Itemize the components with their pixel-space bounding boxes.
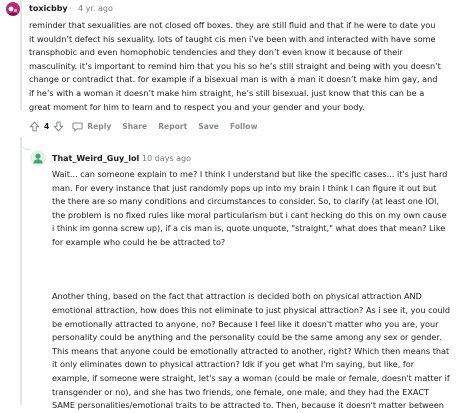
username[interactable]: toxicbby <box>29 4 68 13</box>
share-button[interactable]: Share <box>122 122 147 131</box>
follow-button[interactable]: Follow <box>230 122 258 131</box>
comment-line: SAME personalities/emotional traits to b… <box>52 400 444 411</box>
comment-line: be emotionally attracted to anyone, no? … <box>52 318 439 329</box>
comment-line: man. For every instance that just random… <box>52 182 437 193</box>
comment-body: reminder that sexualities are not closed… <box>29 19 441 114</box>
save-button[interactable]: Save <box>198 122 219 131</box>
comment-line: personality could be anything and the pe… <box>52 332 442 343</box>
comment-line: This means that anyone could be emotiona… <box>52 345 450 356</box>
meta-separator: · <box>69 4 72 13</box>
timestamp[interactable]: 4 yr. ago <box>78 4 113 13</box>
comment-line: emotional attraction, how does this not … <box>52 304 451 315</box>
comment-line <box>52 250 450 264</box>
upvote-arrow-icon[interactable] <box>29 121 40 132</box>
reply-label: Reply <box>87 122 112 131</box>
comment-line: Wait... can someone explain to me? I thi… <box>52 169 448 179</box>
comment-body: Wait... can someone explain to me? I thi… <box>52 168 450 413</box>
comment-line: example, if someone were straight, let's… <box>52 372 450 383</box>
comment-line: masculinity. it’s important to remind hi… <box>29 60 441 71</box>
comment-line: Another thing, based on the fact that at… <box>52 291 422 302</box>
comment-line: for example who could he be attracted to… <box>52 236 226 247</box>
comment-line: reminder that sexualities are not closed… <box>29 20 436 30</box>
vote-score: 4 <box>44 122 50 131</box>
report-button[interactable]: Report <box>158 122 187 131</box>
user-avatar-icon <box>30 150 46 166</box>
comment-line: great moment for him to learn and to res… <box>29 101 365 112</box>
comment-line: change or contradict that. for example i… <box>29 74 438 85</box>
avatar[interactable] <box>6 2 20 16</box>
comment-line: it wouldn’t defect his sexuality. lots o… <box>29 33 436 44</box>
thread-line-top[interactable] <box>20 0 22 110</box>
comment-line: if he’s with a woman it doesn’t make him… <box>29 87 425 98</box>
comment-line <box>52 263 450 277</box>
speech-bubble-icon <box>72 122 83 132</box>
reply-button[interactable]: Reply <box>72 121 111 132</box>
comment-line: transphobic and even homophobic tendenci… <box>29 47 403 58</box>
comment-line: it only eliminates down to physical attr… <box>52 359 415 370</box>
comment-line <box>52 277 450 291</box>
comment-line: i think im gonna screw up), if a cis man… <box>52 223 446 234</box>
comment-line: transgender or no), and she has two frie… <box>52 386 429 397</box>
comment-line: the problem is no fixed rules like moral… <box>52 209 447 220</box>
timestamp[interactable]: 10 days ago <box>142 154 191 163</box>
username[interactable]: That_Weird_Guy_lol <box>52 154 139 163</box>
user-avatar-icon <box>6 3 20 16</box>
comment-action-bar: 4 Reply Share Report Save Follow <box>29 121 268 132</box>
thread-line-main[interactable] <box>20 148 22 405</box>
meta-separator: · <box>135 154 138 163</box>
downvote-arrow-icon[interactable] <box>53 121 64 132</box>
comment-line: the there are so many conditions and cir… <box>52 196 439 207</box>
avatar[interactable] <box>30 150 46 166</box>
